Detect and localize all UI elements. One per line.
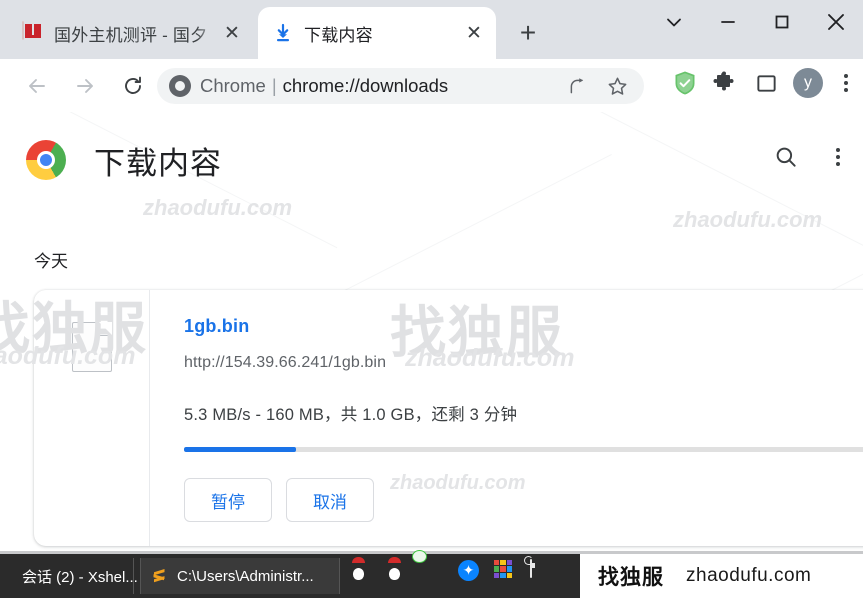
watermark-text: zhaodufu.com (673, 207, 823, 232)
watermark-text: zhaodufu.com (143, 195, 293, 220)
page-title: 下载内容 (94, 146, 222, 181)
browser-window: 国外主机测评 - 国夕 ✕ 下载内容 ✕ + Chrome | chrome:/… (0, 0, 863, 598)
minimize-icon[interactable] (701, 0, 755, 44)
forward-arrow-icon[interactable] (65, 66, 105, 106)
taskbar-item-explorer[interactable]: C:\Users\Administr... (140, 558, 340, 594)
page-actions (771, 142, 849, 172)
download-icon (272, 22, 294, 44)
tab-site[interactable]: 国外主机测评 - 国夕 ✕ (8, 7, 254, 59)
downloads-page: 下载内容 zhaodufu.com zhaodufu.com 今天 1gb.bi… (0, 112, 863, 554)
share-icon[interactable] (562, 71, 592, 101)
maximize-icon[interactable] (755, 0, 809, 44)
chrome-logo (26, 140, 66, 180)
tab-title: 国外主机测评 - 国夕 (54, 25, 208, 45)
bluetooth-icon[interactable]: ✦ (458, 560, 480, 582)
system-tray: ✦ (350, 556, 552, 582)
color-grid-icon[interactable] (494, 560, 516, 582)
brand-footer-zh: 找独服 (598, 566, 664, 589)
xshell-icon (0, 566, 14, 586)
download-details: 1gb.bin http://154.39.66.241/1gb.bin 5.3… (150, 290, 863, 546)
browser-toolbar: Chrome | chrome://downloads y (0, 59, 863, 112)
star-icon[interactable] (602, 71, 632, 101)
site-favicon (22, 21, 44, 44)
three-dot-menu-icon[interactable] (827, 148, 849, 166)
pause-button[interactable]: 暂停 (184, 478, 272, 522)
taskbar-item-label: 会话 (2) - Xshel... (22, 568, 138, 586)
omnibox-url: chrome://downloads (282, 75, 449, 96)
tab-strip: 国外主机测评 - 国夕 ✕ 下载内容 ✕ + (0, 0, 863, 59)
tab-close-button[interactable]: ✕ (220, 21, 244, 45)
battery-icon[interactable] (524, 556, 552, 582)
section-label-today: 今天 (34, 252, 68, 271)
three-dot-menu-icon[interactable] (835, 74, 857, 92)
wechat-icon[interactable] (422, 560, 444, 582)
download-progress-fill (184, 447, 296, 452)
download-file-icon-column (34, 290, 150, 546)
back-arrow-icon[interactable] (17, 66, 57, 106)
address-bar[interactable]: Chrome | chrome://downloads (157, 68, 644, 104)
chrome-icon (169, 75, 191, 97)
tab-close-button[interactable]: ✕ (462, 21, 486, 45)
tab-title: 下载内容 (304, 25, 373, 45)
windows-taskbar: 会话 (2) - Xshel... C:\Users\Administr... … (0, 554, 580, 598)
download-actions: 暂停 取消 (184, 478, 863, 522)
download-file-name[interactable]: 1gb.bin (184, 316, 863, 337)
toolbar-extensions: y (673, 68, 857, 98)
new-tab-button[interactable]: + (510, 17, 546, 48)
generic-file-icon (71, 322, 112, 372)
omnibox-label: Chrome (200, 75, 266, 96)
address-bar-text: Chrome | chrome://downloads (200, 75, 448, 97)
brand-footer-en: zhaodufu.com (686, 565, 812, 586)
sublime-icon (149, 566, 169, 586)
search-icon[interactable] (771, 142, 801, 172)
taskbar-item-label: C:\Users\Administr... (177, 567, 314, 585)
close-icon[interactable] (809, 0, 863, 44)
tab-downloads[interactable]: 下载内容 ✕ (258, 7, 496, 59)
download-item-card[interactable]: 1gb.bin http://154.39.66.241/1gb.bin 5.3… (34, 290, 863, 546)
taskbar-item-xshell[interactable]: 会话 (2) - Xshel... (0, 558, 138, 594)
download-status-text: 5.3 MB/s - 160 MB，共 1.0 GB，还剩 3 分钟 (184, 406, 518, 424)
chevron-down-icon[interactable] (647, 0, 701, 44)
omnibox-actions (562, 71, 636, 101)
avatar[interactable]: y (793, 68, 823, 98)
window-controls (647, 0, 863, 50)
download-source-url: http://154.39.66.241/1gb.bin (184, 354, 387, 371)
brand-footer: 找独服 zhaodufu.com (580, 554, 863, 598)
side-panel-icon[interactable] (751, 68, 781, 98)
qq-icon[interactable] (386, 560, 408, 582)
omnibox-separator: | (271, 75, 277, 96)
qq-icon[interactable] (350, 560, 372, 582)
download-progress-bar (184, 447, 863, 452)
cancel-button[interactable]: 取消 (286, 478, 374, 522)
extensions-puzzle-icon[interactable] (709, 68, 739, 98)
watermark-line (505, 112, 863, 282)
shield-check-icon[interactable] (673, 70, 697, 96)
reload-icon[interactable] (113, 66, 153, 106)
